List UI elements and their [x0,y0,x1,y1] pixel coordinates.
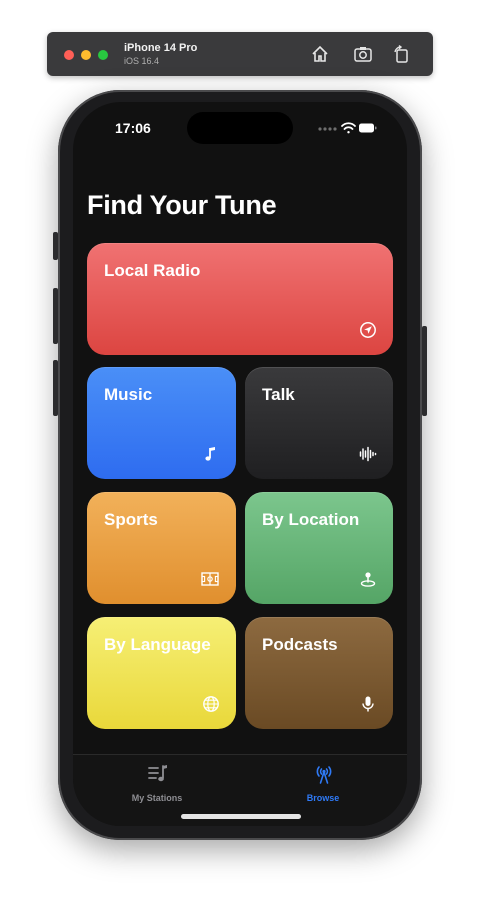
music-note-icon [205,447,215,461]
music-list-icon [148,765,167,782]
volume-down-button [53,360,58,416]
close-window-button[interactable] [64,50,74,60]
rotate-icon[interactable] [391,44,411,64]
device-name: iPhone 14 Pro [124,42,198,54]
page-title: Find Your Tune [87,190,277,220]
phone-screen: 17:06 Find Your Tune Local Radio Music T… [73,102,407,826]
volume-up-button [53,288,58,344]
tile-sports[interactable]: Sports [87,492,236,604]
zoom-window-button[interactable] [98,50,108,60]
tile-label: Local Radio [104,261,201,280]
tile-label: By Location [262,510,360,529]
status-icons [318,122,377,134]
screenshot-icon[interactable] [353,44,373,64]
map-pin-icon [360,572,376,587]
tile-label: Sports [104,510,158,529]
soccer-field-icon [201,572,219,586]
tile-by-language[interactable]: By Language [87,617,236,729]
tile-label: Music [104,385,153,404]
tile-label: Podcasts [262,635,338,654]
simulator-title-bar: iPhone 14 Pro iOS 16.4 [47,32,433,76]
antenna-icon [316,766,332,784]
globe-icon [203,696,219,712]
os-version: iOS 16.4 [124,56,160,66]
tile-podcasts[interactable]: Podcasts [245,617,393,729]
tile-label: Talk [262,385,295,404]
waveform-icon [359,446,377,462]
status-time: 17:06 [115,120,151,136]
tab-bar: My Stations Browse [73,754,407,826]
signal-dots-icon [318,127,337,131]
microphone-icon [362,696,374,712]
tile-music[interactable]: Music [87,367,236,479]
minimize-window-button[interactable] [81,50,91,60]
tile-label: By Language [104,635,211,654]
tile-local-radio[interactable]: Local Radio [87,243,393,355]
wifi-icon [341,122,356,134]
tab-browse[interactable]: Browse [263,761,383,807]
tile-by-location[interactable]: By Location [245,492,393,604]
action-button [53,232,58,260]
tab-my-stations[interactable]: My Stations [97,761,217,807]
battery-icon [359,123,377,133]
tile-talk[interactable]: Talk [245,367,393,479]
tab-label: My Stations [131,793,183,803]
home-icon[interactable] [310,44,330,64]
power-button [422,326,427,416]
dynamic-island [187,112,293,144]
location-arrow-icon [360,322,376,338]
tab-label: Browse [306,793,340,803]
home-indicator[interactable] [181,814,301,819]
